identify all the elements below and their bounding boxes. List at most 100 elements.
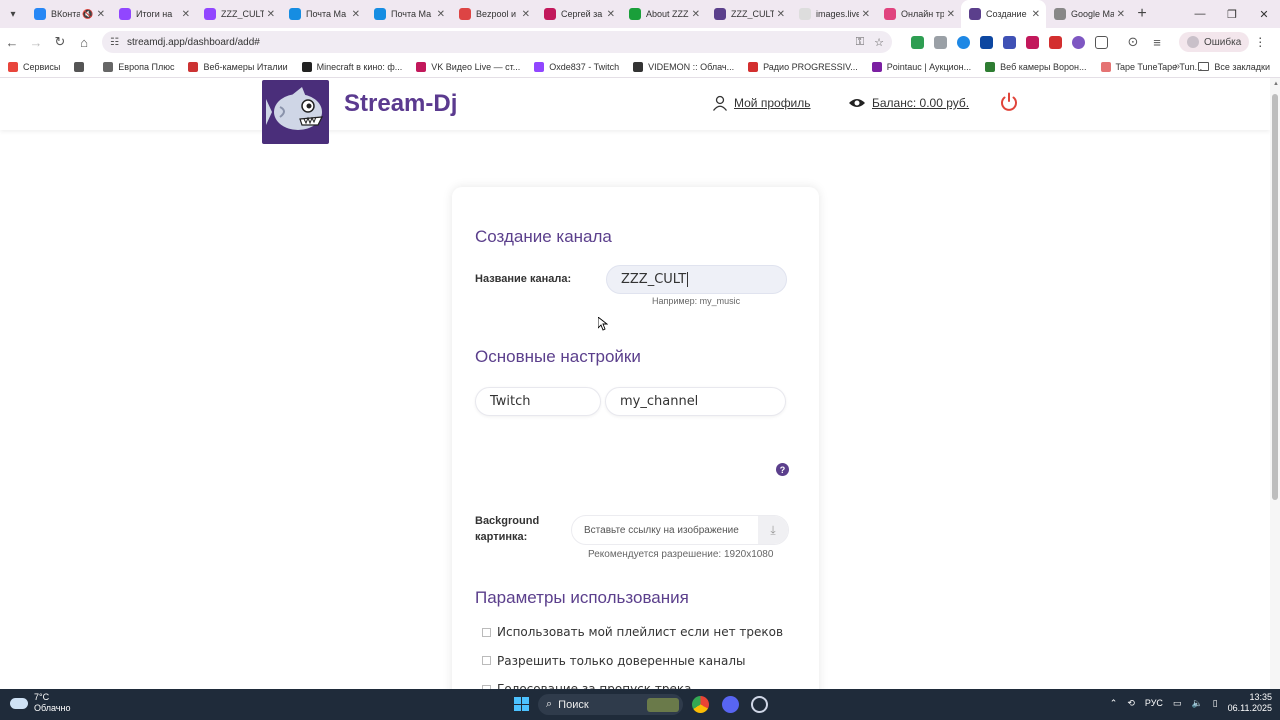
steam-taskbar-icon[interactable]: [751, 696, 768, 713]
balance-link-block[interactable]: Баланс: 0.00 руб.: [830, 78, 985, 128]
all-bookmarks-button[interactable]: Все закладки: [1198, 62, 1270, 72]
brand-name[interactable]: Stream-Dj: [344, 90, 457, 118]
extension-icon[interactable]: [911, 35, 924, 49]
extensions-puzzle-icon[interactable]: [1095, 35, 1108, 49]
channel-name-input[interactable]: ZZZ_CULT: [606, 265, 787, 294]
media-control-icon[interactable]: ⊙: [1121, 28, 1145, 56]
tab-close-icon[interactable]: ✕: [692, 9, 700, 20]
tray-app-icon[interactable]: ⟲: [1127, 698, 1135, 709]
scroll-up-arrow-icon[interactable]: ▲: [1273, 81, 1279, 87]
battery-icon[interactable]: ▯: [1213, 698, 1218, 709]
bookmark-star-icon[interactable]: ☆: [874, 36, 884, 49]
language-indicator[interactable]: РУС: [1145, 698, 1163, 708]
tab-close-icon[interactable]: ✕: [437, 9, 445, 20]
bookmarks-overflow-icon[interactable]: »: [1174, 61, 1180, 72]
pdf-extension-icon[interactable]: [1049, 35, 1062, 49]
translate-extension-icon[interactable]: [1003, 35, 1016, 49]
usage-option[interactable]: Голосование за пропуск трека: [482, 682, 691, 689]
site-logo[interactable]: [262, 80, 329, 144]
tab-close-icon[interactable]: ✕: [607, 9, 615, 20]
reload-button[interactable]: ↻: [48, 28, 72, 56]
browser-tab[interactable]: Почта Ма ✕: [281, 0, 366, 28]
browser-tab[interactable]: Создание ✕: [961, 0, 1046, 28]
extension-icon[interactable]: [934, 35, 947, 49]
bookmark-item[interactable]: Веб камеры Ворон...: [985, 61, 1087, 72]
tab-close-icon[interactable]: ✕: [1032, 9, 1040, 20]
usage-option[interactable]: Использовать мой плейлист если нет треко…: [482, 625, 783, 639]
bookmark-item[interactable]: Веб-камеры Италии: [188, 61, 288, 72]
extension-icon[interactable]: [1026, 35, 1039, 49]
balance-link[interactable]: Баланс: 0.00 руб.: [872, 96, 969, 110]
windows-start-icon[interactable]: [514, 697, 529, 711]
scrollbar-thumb[interactable]: [1272, 94, 1278, 500]
tab-close-icon[interactable]: ✕: [862, 9, 870, 20]
tab-search-button[interactable]: ▾: [0, 0, 26, 28]
home-button[interactable]: ⌂: [72, 28, 96, 56]
extension-icon[interactable]: [1072, 35, 1085, 49]
clock[interactable]: 13:35 06.11.2025: [1228, 692, 1272, 714]
tab-close-icon[interactable]: ✕: [1117, 9, 1125, 20]
tab-close-icon[interactable]: ✕: [267, 9, 275, 20]
bookmark-item[interactable]: Сервисы: [8, 61, 60, 72]
maximize-button[interactable]: ❐: [1216, 0, 1248, 28]
tab-mute-icon[interactable]: 🔇: [82, 9, 93, 20]
url-text[interactable]: streamdj.app/dashboard/add#: [127, 37, 846, 48]
extension-icon[interactable]: [980, 35, 993, 49]
bookmark-item[interactable]: VK Видео Live — ст...: [416, 61, 520, 72]
help-icon[interactable]: ?: [776, 463, 789, 476]
profile-link-block[interactable]: Мой профиль: [692, 78, 822, 128]
back-button[interactable]: ←: [0, 28, 24, 56]
extension-icon[interactable]: [957, 35, 970, 49]
volume-icon[interactable]: 🔈: [1191, 698, 1202, 709]
network-icon[interactable]: ▭: [1173, 698, 1182, 709]
bookmark-item[interactable]: Minecraft в кино: ф...: [301, 61, 402, 72]
forward-button[interactable]: →: [24, 28, 48, 56]
browser-tab[interactable]: Почта Ма ✕: [366, 0, 451, 28]
logout-power-icon[interactable]: [998, 91, 1020, 113]
browser-tab[interactable]: ВКонта 🔇 ✕: [26, 0, 111, 28]
address-bar[interactable]: ☷ streamdj.app/dashboard/add# ⚿ ☆: [102, 31, 892, 53]
twitch-channel-input[interactable]: my_channel: [605, 387, 786, 416]
browser-tab[interactable]: ZZZ_CULT ✕: [706, 0, 791, 28]
tab-close-icon[interactable]: ✕: [182, 9, 190, 20]
profile-error-chip[interactable]: Ошибка: [1179, 32, 1250, 52]
tab-close-icon[interactable]: ✕: [947, 9, 955, 20]
download-icon[interactable]: ⤓: [758, 516, 788, 544]
bookmark-item[interactable]: Oxde837 - Twitch: [534, 61, 619, 72]
tab-close-icon[interactable]: ✕: [97, 9, 105, 20]
browser-tab[interactable]: Bezpool и ✕: [451, 0, 536, 28]
profile-link[interactable]: Мой профиль: [734, 96, 811, 110]
browser-tab[interactable]: images.live ✕: [791, 0, 876, 28]
chrome-taskbar-icon[interactable]: [692, 696, 709, 713]
browser-tab[interactable]: About ZZZ ✕: [621, 0, 706, 28]
taskbar-search[interactable]: ⌕ Поиск: [538, 694, 683, 715]
browser-menu-icon[interactable]: ⋮: [1249, 35, 1271, 49]
background-url-input[interactable]: Вставьте ссылку на изображение ⤓: [571, 515, 789, 545]
bookmark-item[interactable]: [74, 61, 89, 72]
bookmark-item[interactable]: VIDEMON :: Облач...: [633, 61, 734, 72]
new-tab-button[interactable]: +: [1131, 5, 1153, 23]
browser-tab[interactable]: ZZZ_CULT ✕: [196, 0, 281, 28]
close-window-button[interactable]: ✕: [1248, 0, 1280, 28]
bookmark-item[interactable]: Tape TuneTape Tun...: [1100, 61, 1202, 72]
tab-close-icon[interactable]: ✕: [522, 9, 530, 20]
tab-close-icon[interactable]: ✕: [352, 9, 360, 20]
minimize-button[interactable]: —: [1184, 0, 1216, 28]
usage-option[interactable]: Разрешить только доверенные каналы: [482, 654, 746, 668]
tab-close-icon[interactable]: ✕: [777, 9, 785, 20]
browser-tab[interactable]: Сергей за ✕: [536, 0, 621, 28]
option-checkbox[interactable]: [482, 627, 491, 637]
reading-list-icon[interactable]: ≡: [1145, 28, 1169, 56]
password-key-icon[interactable]: ⚿: [856, 36, 864, 49]
option-checkbox[interactable]: [482, 656, 491, 666]
bookmark-item[interactable]: Pointauc | Аукцион...: [871, 61, 971, 72]
discord-taskbar-icon[interactable]: [722, 696, 739, 713]
tray-overflow-icon[interactable]: ⌃: [1110, 698, 1118, 709]
browser-tab[interactable]: Итоги на ✕: [111, 0, 196, 28]
bookmark-item[interactable]: Европа Плюс: [103, 61, 174, 72]
browser-tab[interactable]: Google Ma ✕: [1046, 0, 1131, 28]
site-info-icon[interactable]: ☷: [110, 37, 119, 48]
weather-widget[interactable]: 7°C Облачно: [10, 692, 70, 714]
platform-select[interactable]: Twitch: [475, 387, 601, 416]
browser-tab[interactable]: Онлайн тр ✕: [876, 0, 961, 28]
